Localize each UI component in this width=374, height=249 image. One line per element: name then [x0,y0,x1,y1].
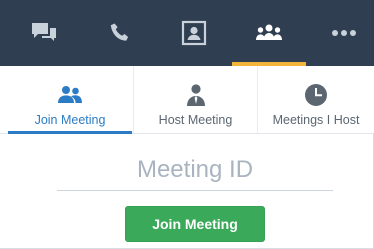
tab-join-meeting[interactable]: Join Meeting [8,66,132,134]
meeting-tabs: Join Meeting Host Meeting Meetings I Hos… [0,66,374,134]
nav-chat[interactable] [7,0,81,66]
nav-meetings[interactable] [232,0,306,66]
join-meeting-button[interactable]: Join Meeting [125,206,265,242]
clock-icon [304,83,328,107]
meetings-icon [254,22,284,44]
join-meeting-icon [57,83,83,107]
host-meeting-icon [185,83,207,107]
top-nav-bar [0,0,374,66]
more-icon [331,29,357,37]
phone-icon [108,21,132,45]
tab-host-meeting-label: Host Meeting [158,113,233,127]
tab-meetings-i-host[interactable]: Meetings I Host [257,66,374,133]
meeting-id-input[interactable] [57,150,333,191]
nav-contacts[interactable] [157,0,231,66]
tab-host-meeting[interactable]: Host Meeting [133,66,257,133]
nav-more[interactable] [307,0,374,66]
contacts-icon [181,20,207,46]
nav-phone[interactable] [83,0,157,66]
tab-meetings-i-host-label: Meetings I Host [272,113,360,127]
tab-join-meeting-label: Join Meeting [34,113,106,127]
chat-icon [30,21,58,45]
